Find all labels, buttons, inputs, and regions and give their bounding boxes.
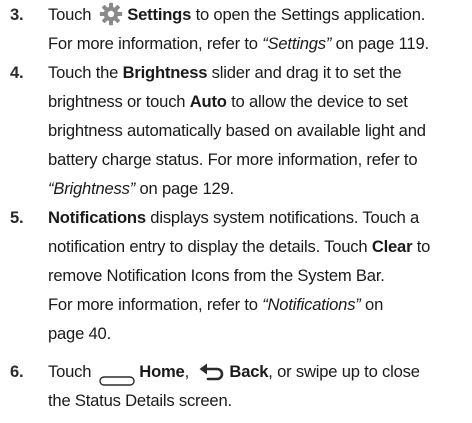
text-run: to open the Settings application. bbox=[191, 5, 426, 24]
home-icon bbox=[99, 366, 135, 386]
home-label: Home bbox=[139, 362, 185, 381]
auto-label: Auto bbox=[189, 92, 227, 111]
brightness-label: Brightness bbox=[122, 63, 208, 82]
text-run: Touch bbox=[48, 362, 92, 381]
step-text: Touch Home, Back, or swipe up to close th… bbox=[48, 357, 470, 415]
step-line: page 40. bbox=[48, 324, 111, 343]
step-line: Notifications displays system notificati… bbox=[48, 203, 470, 232]
step-line: For more information, refer to “Settings… bbox=[48, 29, 470, 58]
step-line: the Status Details screen. bbox=[48, 391, 232, 410]
text-run: slider and drag it to set the bbox=[207, 63, 402, 82]
step-line: Touch Home, Back, or swipe up to close bbox=[48, 357, 470, 386]
text-run: brightness or touch bbox=[48, 92, 190, 111]
step-line: battery charge status. For more informat… bbox=[48, 150, 418, 169]
gear-icon bbox=[99, 2, 123, 26]
text-run: displays system notifications. Touch a bbox=[145, 208, 420, 227]
text-run: on page 119. bbox=[331, 34, 429, 53]
text-run: For more information, refer to bbox=[48, 34, 263, 53]
step-number: 5. bbox=[10, 208, 24, 227]
text-run: , bbox=[184, 362, 194, 381]
instruction-page: 3. Touch Settings to open the Settings ap… bbox=[0, 0, 472, 423]
notifications-reference: “Notifications” bbox=[262, 295, 361, 314]
text-run: Touch bbox=[48, 5, 92, 24]
settings-label: Settings bbox=[127, 5, 192, 24]
step-line: “Brightness” on page 129. bbox=[48, 174, 470, 203]
settings-reference: “Settings” bbox=[262, 34, 332, 53]
back-arrow-icon bbox=[199, 361, 225, 380]
notifications-label: Notifications bbox=[48, 208, 146, 227]
step-text: Notifications displays system notificati… bbox=[48, 203, 470, 348]
step-line: remove Notification Icons from the Syste… bbox=[48, 266, 385, 285]
step-line: notification entry to display the detail… bbox=[48, 232, 470, 261]
step-number: 4. bbox=[10, 63, 24, 82]
step-number: 6. bbox=[10, 362, 24, 381]
text-run: on bbox=[360, 295, 384, 314]
step-text: Touch the Brightness slider and drag it … bbox=[48, 58, 470, 203]
text-run: to bbox=[412, 237, 431, 256]
brightness-reference: “Brightness” bbox=[48, 179, 136, 198]
text-run: For more information, refer to bbox=[48, 295, 263, 314]
text-run: to allow the device to set bbox=[226, 92, 408, 111]
step-number: 3. bbox=[10, 5, 24, 24]
step-line: Touch Settings to open the Settings appli… bbox=[48, 0, 470, 29]
text-run: , or swipe up to close bbox=[268, 362, 420, 381]
text-run: on page 129. bbox=[135, 179, 234, 198]
step-line: brightness automatically based on availa… bbox=[48, 121, 426, 140]
step-text: Touch Settings to open the Settings appli… bbox=[48, 0, 470, 58]
back-label: Back bbox=[229, 362, 269, 381]
text-run: notification entry to display the detail… bbox=[48, 237, 372, 256]
step-line: Touch the Brightness slider and drag it … bbox=[48, 58, 470, 87]
step-line: For more information, refer to “Notifica… bbox=[48, 290, 470, 319]
text-run: Touch the bbox=[48, 63, 123, 82]
step-line: brightness or touch Auto to allow the de… bbox=[48, 87, 470, 116]
clear-label: Clear bbox=[371, 237, 413, 256]
